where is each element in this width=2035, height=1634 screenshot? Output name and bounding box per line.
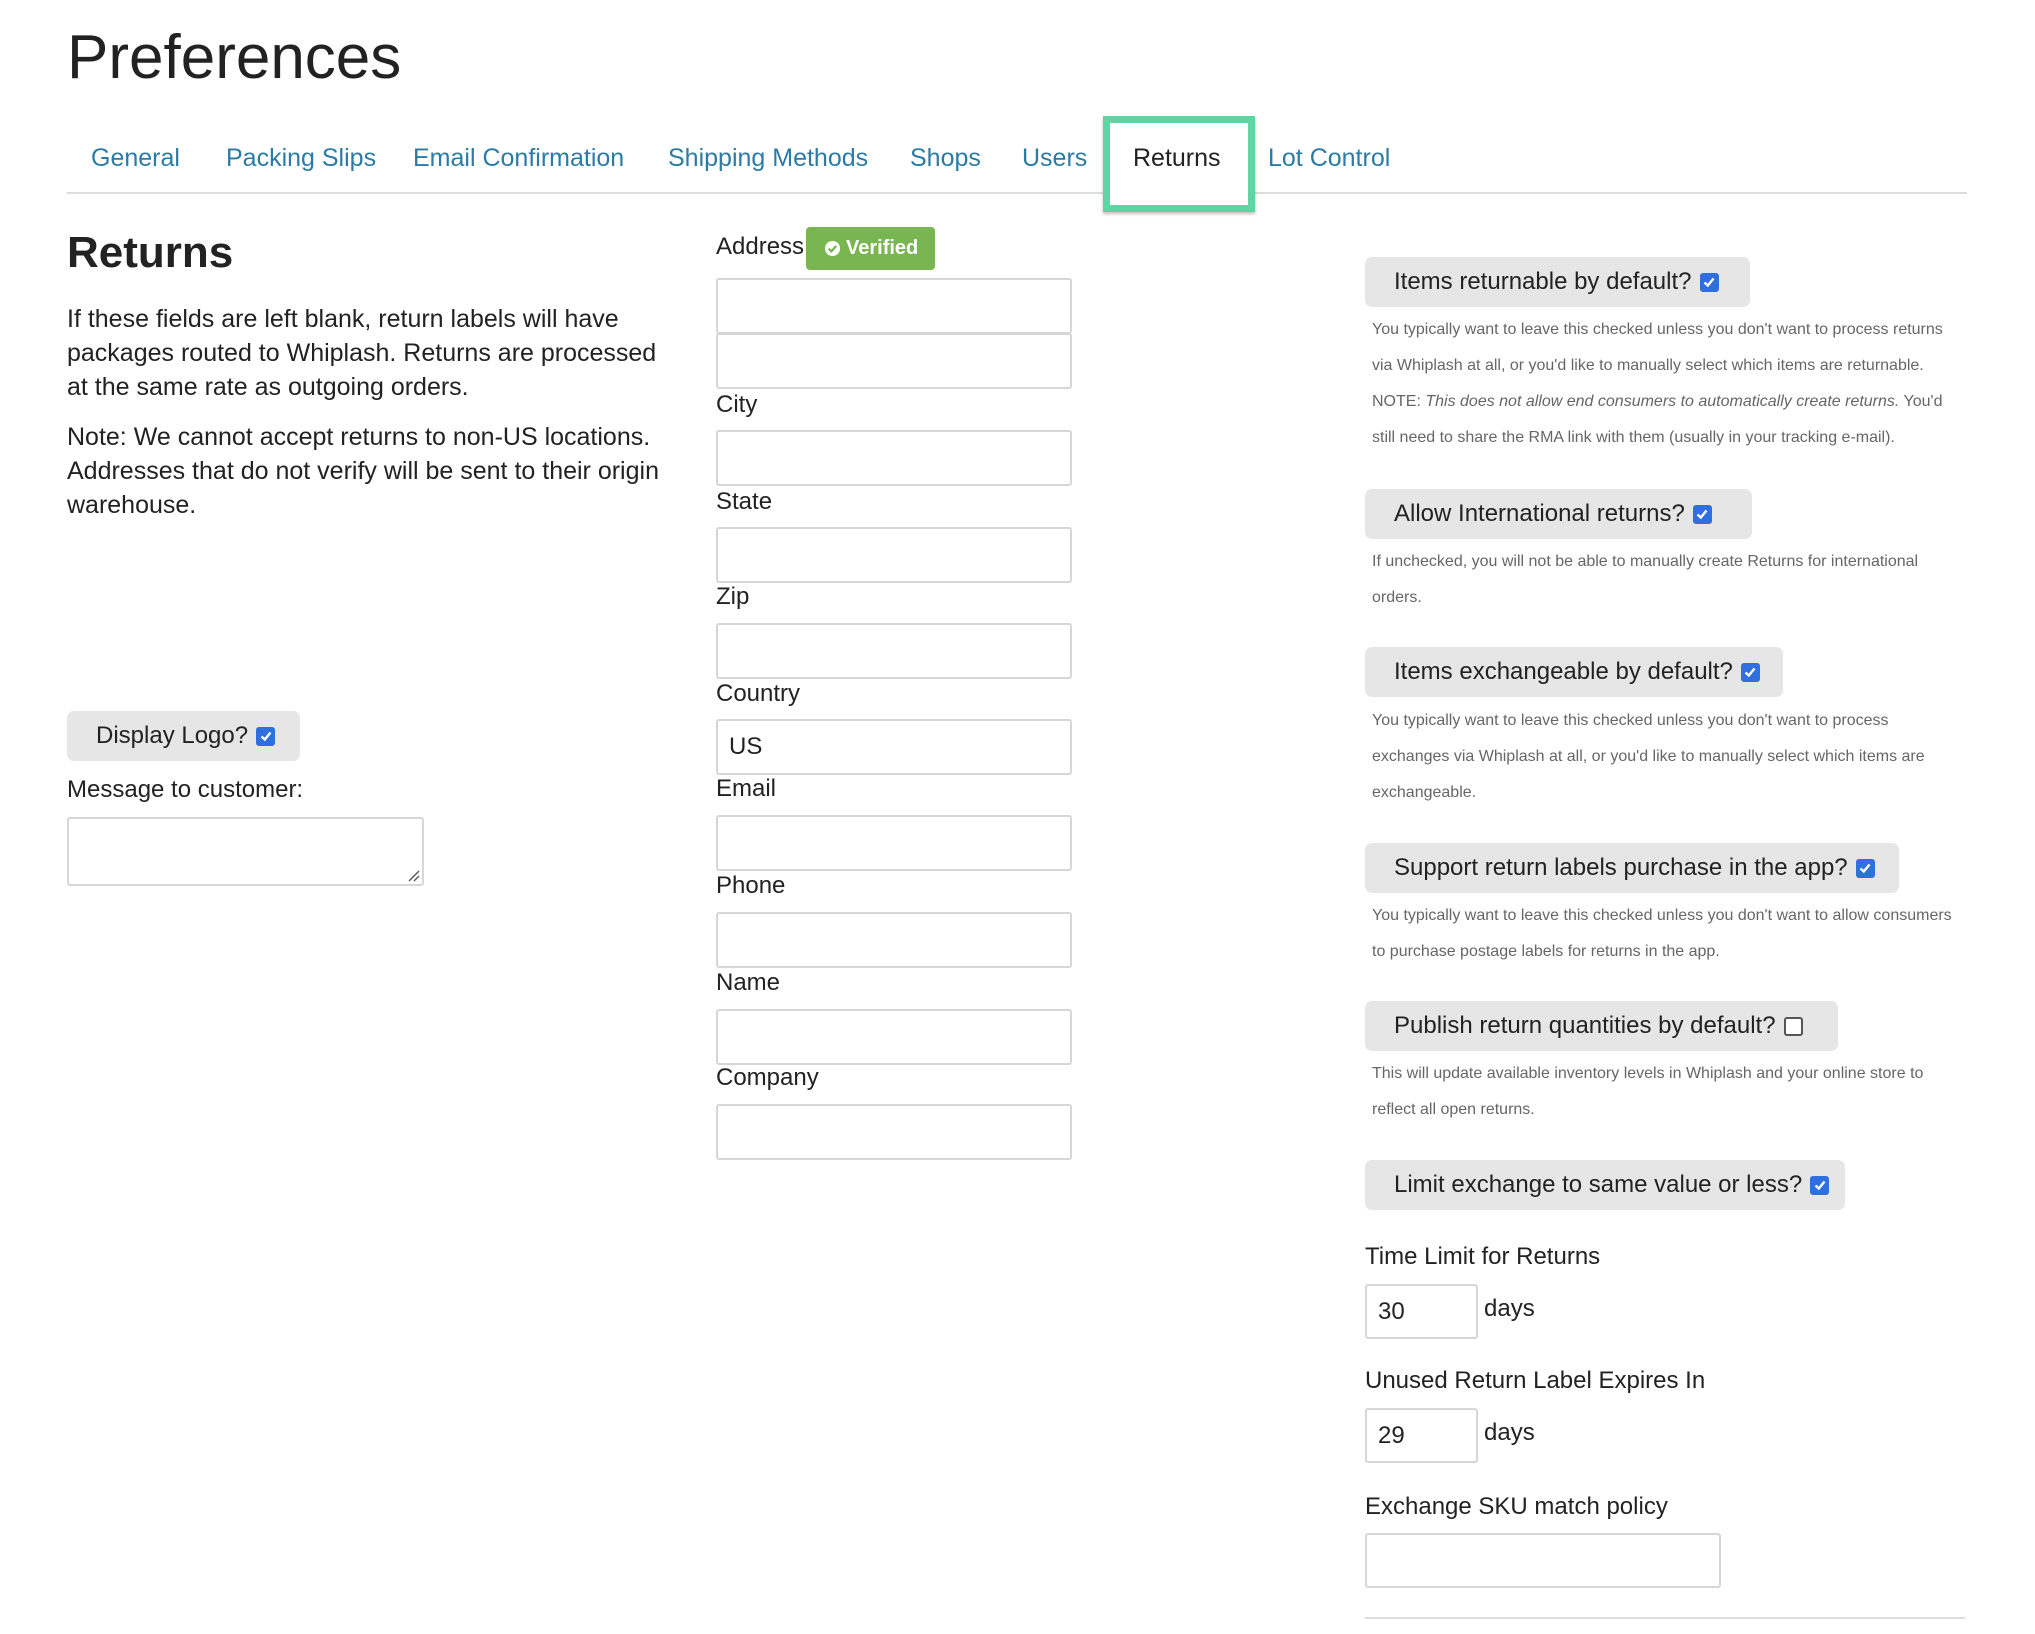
check-icon[interactable] (1740, 662, 1760, 682)
international-help: If unchecked, you will not be able to ma… (1372, 553, 1919, 606)
labels-purchase-toggle[interactable]: Support return labels purchase in the ap… (1365, 843, 1899, 893)
international-toggle[interactable]: Allow International returns? (1365, 489, 1752, 539)
verified-label: Verified (846, 237, 919, 259)
check-icon[interactable] (1810, 1175, 1830, 1195)
display-logo-label: Display Logo? (96, 722, 249, 749)
country-label: Country (716, 680, 801, 707)
display-logo-toggle[interactable]: Display Logo? (67, 711, 300, 761)
email-label: Email (716, 775, 777, 802)
state-input[interactable] (716, 527, 1072, 583)
resize-handle-icon[interactable] (406, 868, 420, 882)
returns-note-text: Note: We cannot accept returns to non-US… (67, 423, 659, 519)
tab-email-confirmation[interactable]: Email Confirmation (413, 144, 624, 173)
tab-bar: General Packing Slips Email Confirmation… (67, 110, 1967, 212)
phone-label: Phone (716, 872, 786, 899)
tab-shipping-methods[interactable]: Shipping Methods (668, 144, 868, 173)
phone-input[interactable] (716, 912, 1072, 968)
city-label: City (716, 391, 758, 418)
tab-shops[interactable]: Shops (910, 144, 981, 173)
city-input[interactable] (716, 430, 1072, 486)
sku-policy-select[interactable] (1365, 1533, 1721, 1588)
returns-section-title: Returns (67, 228, 234, 277)
time-limit-input[interactable] (1365, 1284, 1478, 1339)
section-divider (1365, 1617, 1965, 1619)
returnable-label: Items returnable by default? (1394, 268, 1692, 295)
address-label: Address (716, 233, 805, 260)
limit-exchange-toggle[interactable]: Limit exchange to same value or less? (1365, 1160, 1845, 1210)
labels-purchase-label: Support return labels purchase in the ap… (1394, 854, 1848, 881)
check-circle-icon (824, 240, 841, 257)
publish-quantities-toggle[interactable]: Publish return quantities by default? (1365, 1001, 1838, 1051)
name-label: Name (716, 969, 781, 996)
returnable-help-note: This does not allow end consumers to aut… (1425, 393, 1900, 410)
check-icon[interactable] (1699, 272, 1719, 292)
page-title: Preferences (67, 23, 402, 92)
check-icon[interactable] (256, 726, 276, 746)
checkbox-icon[interactable] (1783, 1016, 1803, 1036)
limit-exchange-label: Limit exchange to same value or less? (1394, 1171, 1803, 1198)
time-limit-label: Time Limit for Returns (1365, 1243, 1601, 1270)
international-label: Allow International returns? (1394, 500, 1685, 527)
company-label: Company (716, 1064, 819, 1091)
address-line2-input[interactable] (716, 333, 1072, 389)
label-expires-label: Unused Return Label Expires In (1365, 1367, 1706, 1394)
tab-general[interactable]: General (91, 144, 180, 173)
zip-label: Zip (716, 583, 750, 610)
returnable-help: You typically want to leave this checked… (1372, 312, 1967, 456)
exchangeable-label: Items exchangeable by default? (1394, 658, 1733, 685)
company-input[interactable] (716, 1104, 1072, 1160)
exchangeable-help: You typically want to leave this checked… (1372, 712, 1925, 801)
exchangeable-toggle[interactable]: Items exchangeable by default? (1365, 647, 1783, 697)
tab-lot-control[interactable]: Lot Control (1268, 144, 1390, 173)
address-line1-input[interactable] (716, 278, 1072, 334)
tab-users[interactable]: Users (1022, 144, 1087, 173)
labels-purchase-help: You typically want to leave this checked… (1372, 907, 1952, 960)
name-input[interactable] (716, 1009, 1072, 1065)
returnable-toggle[interactable]: Items returnable by default? (1365, 257, 1750, 307)
country-input[interactable] (716, 719, 1072, 775)
message-textarea[interactable] (67, 817, 424, 886)
check-icon[interactable] (1855, 858, 1875, 878)
tab-returns[interactable]: Returns (1133, 144, 1221, 173)
label-expires-unit: days (1484, 1419, 1535, 1446)
sku-policy-label: Exchange SKU match policy (1365, 1493, 1668, 1520)
email-input[interactable] (716, 815, 1072, 871)
time-limit-unit: days (1484, 1295, 1535, 1322)
tab-packing-slips[interactable]: Packing Slips (226, 144, 376, 173)
publish-quantities-label: Publish return quantities by default? (1394, 1012, 1776, 1039)
zip-input[interactable] (716, 623, 1072, 679)
verified-badge: Verified (806, 227, 935, 270)
label-expires-input[interactable] (1365, 1408, 1478, 1463)
state-label: State (716, 488, 773, 515)
returns-info-text: If these fields are left blank, return l… (67, 305, 657, 401)
message-label: Message to customer: (67, 776, 304, 803)
publish-quantities-help: This will update available inventory lev… (1372, 1065, 1924, 1118)
check-icon[interactable] (1692, 504, 1712, 524)
